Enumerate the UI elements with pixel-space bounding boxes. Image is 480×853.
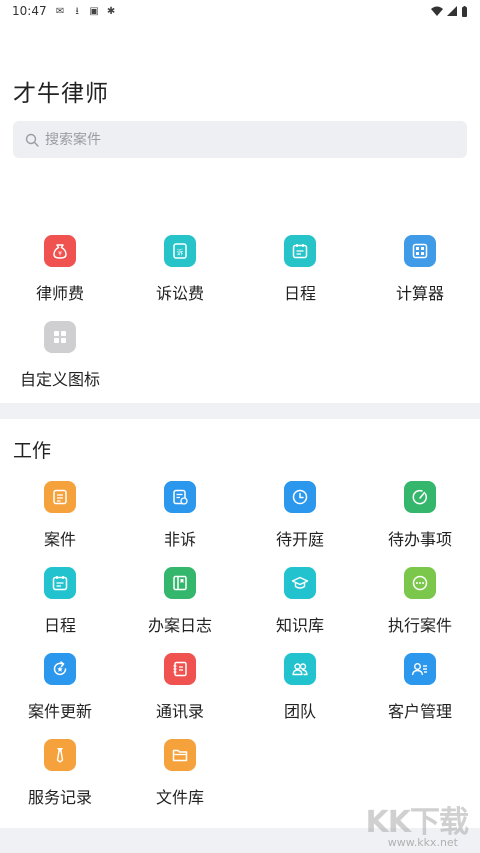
work-item-file-library[interactable]: 文件库: [120, 736, 240, 822]
search-input[interactable]: [45, 131, 425, 148]
status-bar: 10:47 ✉ ⭳ ▣ ✱: [0, 0, 480, 22]
search-bar[interactable]: [13, 121, 467, 158]
tool-schedule[interactable]: 日程: [240, 232, 360, 318]
battery-icon: [462, 5, 467, 17]
bug-notification-icon: ✱: [106, 5, 116, 17]
contacts-icon: [164, 653, 196, 685]
work-item-schedule[interactable]: 日程: [0, 564, 120, 650]
work-item-label: 待办事项: [387, 530, 452, 549]
work-item-case-journal[interactable]: 办案日志: [120, 564, 240, 650]
money-bag-icon: ¥: [44, 235, 76, 267]
watermark-url: www.kkx.net: [387, 836, 458, 849]
non-litigation-icon: [164, 481, 196, 513]
team-icon: [284, 653, 316, 685]
message-notification-icon: ✉: [55, 5, 65, 17]
tool-lawyer-fee[interactable]: ¥ 律师费: [0, 232, 120, 318]
work-item-label: 办案日志: [147, 616, 212, 635]
work-item-label: 服务记录: [27, 788, 92, 807]
lawsuit-doc-icon: 诉: [164, 235, 196, 267]
tool-label: 律师费: [35, 284, 84, 303]
work-grid: 案件 非诉 待开庭 待办事项 日程 办案日志 知识库 执行案件 案件更新 通讯录…: [0, 478, 480, 822]
work-item-label: 客户管理: [387, 702, 452, 721]
tool-label: 诉讼费: [155, 284, 204, 303]
work-item-execution-cases[interactable]: 执行案件: [360, 564, 480, 650]
tool-litigation-fee[interactable]: 诉 诉讼费: [120, 232, 240, 318]
status-time: 10:47: [12, 4, 47, 18]
work-item-label: 通讯录: [155, 702, 204, 721]
case-icon: [44, 481, 76, 513]
svg-text:¥: ¥: [58, 251, 62, 258]
work-item-label: 待开庭: [275, 530, 324, 549]
watermark-logo-text: KK下载: [365, 805, 469, 840]
work-item-label: 文件库: [155, 788, 204, 807]
work-item-case-updates[interactable]: 案件更新: [0, 650, 120, 736]
quick-tools-grid: ¥ 律师费 诉 诉讼费 日程 计算器 自定义图标: [0, 232, 480, 404]
service-record-icon: [44, 739, 76, 771]
work-item-team[interactable]: 团队: [240, 650, 360, 736]
work-item-cases[interactable]: 案件: [0, 478, 120, 564]
journal-icon: [164, 567, 196, 599]
work-item-label: 非诉: [163, 530, 196, 549]
custom-grid-icon: [44, 321, 76, 353]
tool-custom-icons[interactable]: 自定义图标: [0, 318, 120, 404]
work-item-client-management[interactable]: 客户管理: [360, 650, 480, 736]
todo-icon: [404, 481, 436, 513]
execution-icon: [404, 567, 436, 599]
search-icon: [25, 133, 39, 147]
svg-text:诉: 诉: [177, 248, 184, 257]
update-icon: [44, 653, 76, 685]
clock-icon: [284, 481, 316, 513]
knowledge-icon: [284, 567, 316, 599]
signal-icon: [447, 6, 457, 16]
tool-calculator[interactable]: 计算器: [360, 232, 480, 318]
tool-label: 计算器: [395, 284, 444, 303]
work-item-label: 案件: [43, 530, 76, 549]
work-item-label: 知识库: [275, 616, 324, 635]
work-item-label: 案件更新: [27, 702, 92, 721]
work-item-todo[interactable]: 待办事项: [360, 478, 480, 564]
calendar-icon: [284, 235, 316, 267]
work-item-contacts[interactable]: 通讯录: [120, 650, 240, 736]
calculator-icon: [404, 235, 436, 267]
download-notification-icon: ⭳: [75, 5, 79, 17]
section-divider: [0, 403, 480, 419]
work-item-service-records[interactable]: 服务记录: [0, 736, 120, 822]
work-item-label: 团队: [283, 702, 316, 721]
work-item-label: 执行案件: [387, 616, 452, 635]
wifi-icon: [431, 6, 443, 16]
tool-label: 自定义图标: [19, 370, 100, 389]
tool-label: 日程: [283, 284, 316, 303]
file-library-icon: [164, 739, 196, 771]
work-item-label: 日程: [43, 616, 76, 635]
work-item-non-litigation[interactable]: 非诉: [120, 478, 240, 564]
work-section-title: 工作: [13, 440, 52, 462]
calendar-icon: [44, 567, 76, 599]
page-title: 才牛律师: [13, 81, 109, 107]
watermark: KK下载 www.kkx.net: [354, 797, 472, 849]
client-icon: [404, 653, 436, 685]
work-item-pending-hearing[interactable]: 待开庭: [240, 478, 360, 564]
work-item-knowledge-base[interactable]: 知识库: [240, 564, 360, 650]
app-notification-icon: ▣: [89, 5, 99, 17]
